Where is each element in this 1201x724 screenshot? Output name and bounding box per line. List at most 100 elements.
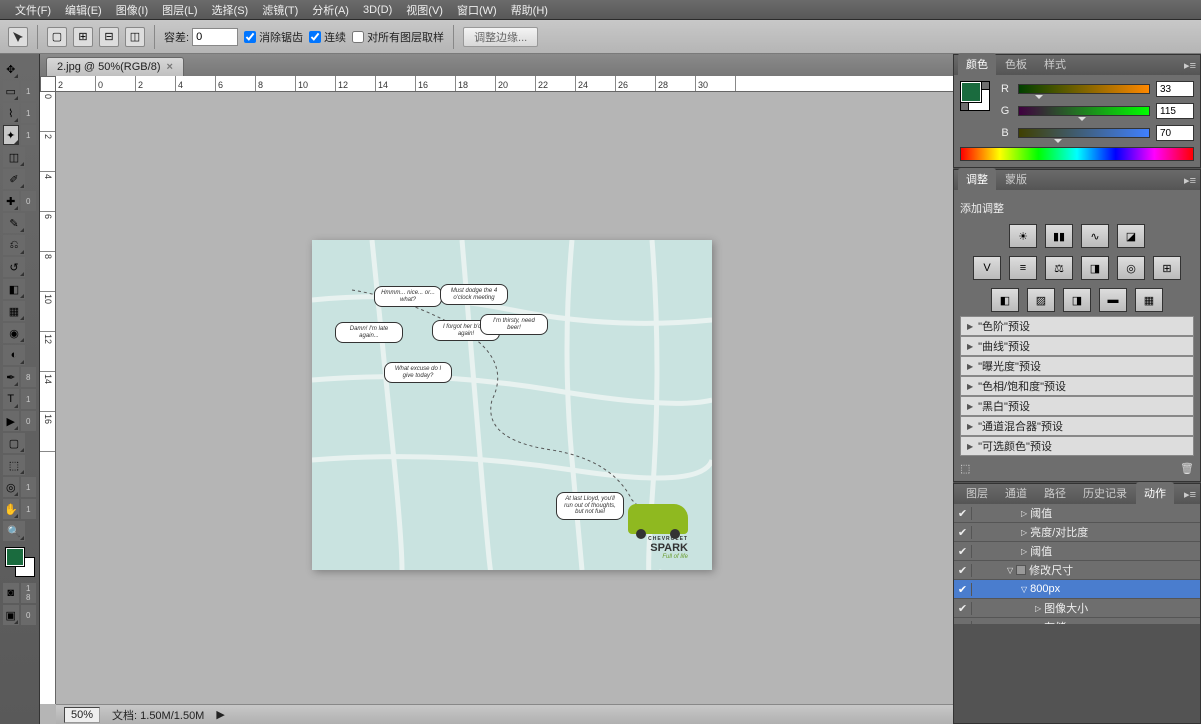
magic-wand-tool[interactable]: ✦ (3, 125, 19, 145)
menu-file[interactable]: 文件(F) (8, 2, 58, 18)
action-row[interactable]: ✔▷图像大小 (954, 599, 1200, 618)
pen-tool[interactable]: ✒ (3, 367, 19, 387)
tab-swatches[interactable]: 色板 (997, 53, 1035, 75)
action-row[interactable]: ✔▽修改尺寸 (954, 561, 1200, 580)
action-row[interactable]: ✔▷阈值 (954, 504, 1200, 523)
preset-item[interactable]: ▶"曝光度"预设 (960, 356, 1194, 376)
adj-selective-color-icon[interactable]: ▦ (1135, 288, 1163, 312)
selection-new-icon[interactable]: ▢ (47, 27, 67, 47)
stamp-tool[interactable]: ⎌ (3, 235, 25, 255)
menu-filter[interactable]: 滤镜(T) (255, 2, 305, 18)
action-row[interactable]: ✔▷存储 (954, 618, 1200, 624)
lasso-tool[interactable]: ⌇ (3, 103, 19, 123)
hand-tool[interactable]: ✋ (3, 499, 19, 519)
menu-layer[interactable]: 图层(L) (155, 2, 204, 18)
refine-edge-button[interactable]: 调整边缘... (463, 27, 538, 47)
panel-menu-icon[interactable]: ▸≡ (1184, 59, 1196, 72)
blur-tool[interactable]: ◉ (3, 323, 25, 343)
preset-item[interactable]: ▶"可选颜色"预设 (960, 436, 1194, 456)
selection-sub-icon[interactable]: ⊟ (99, 27, 119, 47)
r-slider[interactable] (1018, 84, 1150, 94)
menu-image[interactable]: 图像(I) (109, 2, 155, 18)
tab-channels[interactable]: 通道 (997, 482, 1035, 504)
adj-brightness-icon[interactable]: ☀ (1009, 224, 1037, 248)
r-input[interactable] (1156, 81, 1194, 97)
adj-photo-filter-icon[interactable]: ◎ (1117, 256, 1145, 280)
move-tool[interactable]: ✥ (3, 59, 19, 79)
3d-camera-tool[interactable]: ◎ (3, 477, 19, 497)
gradient-tool[interactable]: ▦ (3, 301, 25, 321)
action-row[interactable]: ✔▷阈值 (954, 542, 1200, 561)
ruler-vertical[interactable]: 0246810121416 (40, 92, 56, 704)
adj-bw-icon[interactable]: ◨ (1081, 256, 1109, 280)
screen-mode-tool[interactable]: ▣ (3, 605, 19, 625)
action-row[interactable]: ✔▽800px (954, 580, 1200, 599)
adj-gradient-map-icon[interactable]: ▬ (1099, 288, 1127, 312)
menu-select[interactable]: 选择(S) (205, 2, 256, 18)
preset-item[interactable]: ▶"通道混合器"预设 (960, 416, 1194, 436)
adj-threshold-icon[interactable]: ◨ (1063, 288, 1091, 312)
document-tab[interactable]: 2.jpg @ 50%(RGB/8) × (46, 57, 184, 76)
menu-help[interactable]: 帮助(H) (504, 2, 555, 18)
crop-tool[interactable]: ◫ (3, 147, 25, 167)
tolerance-input[interactable] (192, 28, 238, 46)
action-row[interactable]: ✔▷亮度/对比度 (954, 523, 1200, 542)
marquee-tool[interactable]: ▭ (3, 81, 19, 101)
menu-analysis[interactable]: 分析(A) (305, 2, 356, 18)
panel-menu-icon[interactable]: ▸≡ (1184, 488, 1196, 501)
adj-exposure-icon[interactable]: ◪ (1117, 224, 1145, 248)
ruler-origin[interactable] (40, 76, 56, 92)
tab-paths[interactable]: 路径 (1036, 482, 1074, 504)
tab-masks[interactable]: 蒙版 (997, 168, 1035, 190)
preset-item[interactable]: ▶"色阶"预设 (960, 316, 1194, 336)
g-slider[interactable] (1018, 106, 1150, 116)
adj-vibrance-icon[interactable]: V (973, 256, 1001, 280)
3d-tool[interactable]: ⬚ (3, 455, 25, 475)
type-tool[interactable]: T (3, 389, 19, 409)
shape-tool[interactable]: ▢ (3, 433, 25, 453)
adj-levels-icon[interactable]: ▮▮ (1045, 224, 1073, 248)
eyedropper-tool[interactable]: ✐ (3, 169, 25, 189)
b-slider[interactable] (1018, 128, 1150, 138)
tab-history[interactable]: 历史记录 (1075, 482, 1135, 504)
color-swatch[interactable] (6, 548, 34, 576)
tab-adjustments[interactable]: 调整 (958, 168, 996, 190)
antialias-checkbox[interactable]: 消除锯齿 (244, 29, 303, 45)
preset-item[interactable]: ▶"色相/饱和度"预设 (960, 376, 1194, 396)
zoom-level[interactable]: 50% (64, 707, 100, 723)
selection-add-icon[interactable]: ⊞ (73, 27, 93, 47)
menu-edit[interactable]: 编辑(E) (58, 2, 109, 18)
current-tool-icon[interactable] (8, 27, 28, 47)
brush-tool[interactable]: ✎ (3, 213, 25, 233)
preset-item[interactable]: ▶"黑白"预设 (960, 396, 1194, 416)
adj-channel-mixer-icon[interactable]: ⊞ (1153, 256, 1181, 280)
contiguous-checkbox[interactable]: 连续 (309, 29, 346, 45)
adj-curves-icon[interactable]: ∿ (1081, 224, 1109, 248)
menu-window[interactable]: 窗口(W) (450, 2, 504, 18)
tab-styles[interactable]: 样式 (1036, 53, 1074, 75)
adj-clip-icon[interactable]: ⬚ (960, 462, 970, 475)
adj-posterize-icon[interactable]: ▨ (1027, 288, 1055, 312)
g-input[interactable] (1156, 103, 1194, 119)
adj-invert-icon[interactable]: ◧ (991, 288, 1019, 312)
quickmask-tool[interactable]: ◙ (3, 583, 19, 603)
b-input[interactable] (1156, 125, 1194, 141)
path-select-tool[interactable]: ▶ (3, 411, 19, 431)
tab-actions[interactable]: 动作 (1136, 482, 1174, 504)
preset-item[interactable]: ▶"曲线"预设 (960, 336, 1194, 356)
healing-tool[interactable]: ✚ (3, 191, 19, 211)
all-layers-checkbox[interactable]: 对所有图层取样 (352, 29, 444, 45)
tab-color[interactable]: 颜色 (958, 53, 996, 75)
tab-layers[interactable]: 图层 (958, 482, 996, 504)
zoom-tool[interactable]: 🔍 (3, 521, 25, 541)
dodge-tool[interactable]: ◐ (3, 345, 25, 365)
adj-hue-icon[interactable]: ≡ (1009, 256, 1037, 280)
history-brush-tool[interactable]: ↺ (3, 257, 25, 277)
color-preview[interactable] (960, 81, 990, 111)
canvas-viewport[interactable]: Hmmm... nice... or... what?Must dodge th… (56, 92, 953, 704)
adj-trash-icon[interactable]: 🗑 (1180, 462, 1194, 475)
selection-intersect-icon[interactable]: ◫ (125, 27, 145, 47)
menu-3d[interactable]: 3D(D) (356, 4, 399, 16)
adj-colorbalance-icon[interactable]: ⚖ (1045, 256, 1073, 280)
eraser-tool[interactable]: ◧ (3, 279, 25, 299)
